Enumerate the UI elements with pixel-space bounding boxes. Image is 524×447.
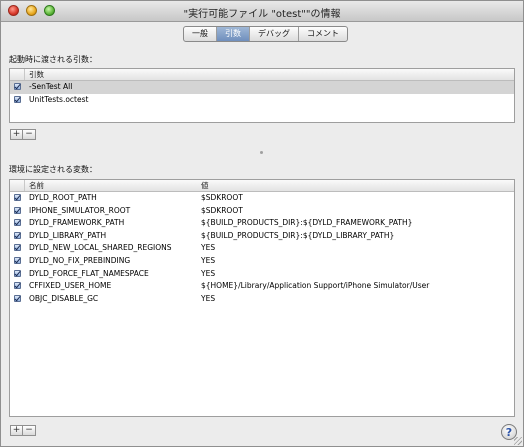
checkbox-column-header[interactable] [10, 180, 25, 191]
variable-name[interactable]: DYLD_NEW_LOCAL_SHARED_REGIONS [29, 242, 172, 255]
tab-general[interactable]: 一般 [184, 27, 217, 41]
variable-name[interactable]: DYLD_NO_FIX_PREBINDING [29, 255, 130, 268]
variable-value[interactable]: ${BUILD_PRODUCTS_DIR}:${DYLD_FRAMEWORK_P… [201, 217, 412, 230]
variable-value[interactable]: ${HOME}/Library/Application Support/iPho… [201, 280, 429, 293]
argument-enabled-checkbox[interactable] [14, 95, 21, 103]
tab-comments[interactable]: コメント [299, 27, 347, 41]
tab-arguments[interactable]: 引数 [217, 27, 250, 41]
variable-value[interactable]: YES [201, 255, 215, 268]
remove-argument-button[interactable]: − [23, 129, 36, 140]
variable-enabled-checkbox[interactable] [14, 206, 21, 214]
variable-enabled-checkbox[interactable] [14, 219, 21, 227]
variable-value[interactable]: $SDKROOT [201, 205, 243, 218]
variable-name[interactable]: IPHONE_SIMULATOR_ROOT [29, 205, 130, 218]
variable-value[interactable]: ${BUILD_PRODUCTS_DIR}:${DYLD_LIBRARY_PAT… [201, 230, 394, 243]
argument-value[interactable]: -SenTest All [29, 81, 72, 94]
info-window: "実行可能ファイル "otest""の情報 一般 引数 デバッグ コメント 起動… [0, 0, 524, 447]
environment-row[interactable]: DYLD_LIBRARY_PATH ${BUILD_PRODUCTS_DIR}:… [10, 230, 514, 243]
environment-button-group: + − [10, 425, 36, 436]
tab-debugging[interactable]: デバッグ [250, 27, 299, 41]
environment-row[interactable]: DYLD_NEW_LOCAL_SHARED_REGIONS YES [10, 242, 514, 255]
variable-name[interactable]: DYLD_FRAMEWORK_PATH [29, 217, 124, 230]
variable-name[interactable]: OBJC_DISABLE_GC [29, 293, 98, 306]
environment-row[interactable]: DYLD_NO_FIX_PREBINDING YES [10, 255, 514, 268]
argument-row[interactable]: -SenTest All [10, 81, 514, 94]
variable-value[interactable]: $SDKROOT [201, 192, 243, 205]
add-argument-button[interactable]: + [10, 129, 23, 140]
variable-name[interactable]: CFFIXED_USER_HOME [29, 280, 111, 293]
arguments-table-header: 引数 [10, 69, 514, 81]
tab-bar: 一般 引数 デバッグ コメント [183, 26, 348, 42]
resize-grip-icon[interactable] [514, 437, 522, 445]
variable-value[interactable]: YES [201, 293, 215, 306]
remove-variable-button[interactable]: − [23, 425, 36, 436]
window-title: "実行可能ファイル "otest""の情報 [183, 9, 341, 20]
environment-section-label: 環境に設定される変数： [9, 165, 97, 174]
environment-table-header: 名前 値 [10, 180, 514, 192]
environment-row[interactable]: DYLD_ROOT_PATH $SDKROOT [10, 192, 514, 205]
variable-enabled-checkbox[interactable] [14, 194, 21, 201]
environment-row[interactable]: DYLD_FRAMEWORK_PATH ${BUILD_PRODUCTS_DIR… [10, 217, 514, 230]
split-view-handle[interactable] [260, 151, 263, 154]
column-header-name[interactable]: 名前 [29, 180, 44, 191]
add-variable-button[interactable]: + [10, 425, 23, 436]
variable-enabled-checkbox[interactable] [14, 269, 21, 277]
environment-row[interactable]: CFFIXED_USER_HOME ${HOME}/Library/Applic… [10, 280, 514, 293]
variable-value[interactable]: YES [201, 242, 215, 255]
variable-name[interactable]: DYLD_FORCE_FLAT_NAMESPACE [29, 268, 149, 281]
argument-value[interactable]: UnitTests.octest [29, 94, 88, 107]
argument-row[interactable]: UnitTests.octest [10, 94, 514, 107]
variable-name[interactable]: DYLD_LIBRARY_PATH [29, 230, 106, 243]
column-header-argument[interactable]: 引数 [29, 69, 44, 80]
checkbox-column-header[interactable] [10, 69, 25, 80]
variable-name[interactable]: DYLD_ROOT_PATH [29, 192, 97, 205]
variable-enabled-checkbox[interactable] [14, 282, 21, 290]
environment-table: 名前 値 DYLD_ROOT_PATH $SDKROOT IPHONE_SIMU… [9, 179, 515, 417]
arguments-table: 引数 -SenTest All UnitTests.octest [9, 68, 515, 123]
arguments-section-label: 起動時に渡される引数： [9, 55, 97, 64]
variable-value[interactable]: YES [201, 268, 215, 281]
variable-enabled-checkbox[interactable] [14, 294, 21, 302]
environment-row[interactable]: IPHONE_SIMULATOR_ROOT $SDKROOT [10, 205, 514, 218]
environment-row[interactable]: DYLD_FORCE_FLAT_NAMESPACE YES [10, 268, 514, 281]
variable-enabled-checkbox[interactable] [14, 256, 21, 264]
environment-row[interactable]: OBJC_DISABLE_GC YES [10, 293, 514, 306]
arguments-button-group: + − [10, 129, 36, 140]
title-bar[interactable]: "実行可能ファイル "otest""の情報 [1, 1, 523, 22]
argument-enabled-checkbox[interactable] [14, 83, 21, 90]
variable-enabled-checkbox[interactable] [14, 231, 21, 239]
column-header-value[interactable]: 値 [201, 180, 209, 191]
variable-enabled-checkbox[interactable] [14, 244, 21, 252]
